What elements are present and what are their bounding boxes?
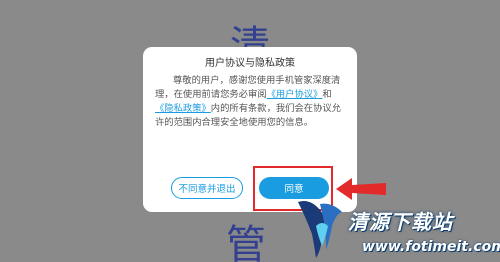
dialog-title: 用户协议与隐私政策 — [205, 58, 295, 69]
watermark-logo-icon — [298, 201, 342, 258]
dialog-body: 尊敬的用户，感谢您使用手机管家深度清理，在使用前请您务必审阅《用户协议》和《隐私… — [155, 74, 345, 130]
watermark-url: www.fotimeit.com — [362, 239, 500, 255]
watermark: 清源下载站 www.fotimeit.com — [292, 196, 500, 262]
body-conjunction: 和 — [322, 89, 332, 100]
privacy-policy-link[interactable]: 《隐私政策》 — [155, 103, 211, 114]
watermark-site-name: 清源下载站 — [348, 210, 453, 234]
background-title-char-bottom: 管 — [226, 222, 266, 262]
user-agreement-link[interactable]: 《用户协议》 — [267, 89, 323, 100]
disagree-exit-button[interactable]: 不同意并退出 — [171, 177, 243, 199]
